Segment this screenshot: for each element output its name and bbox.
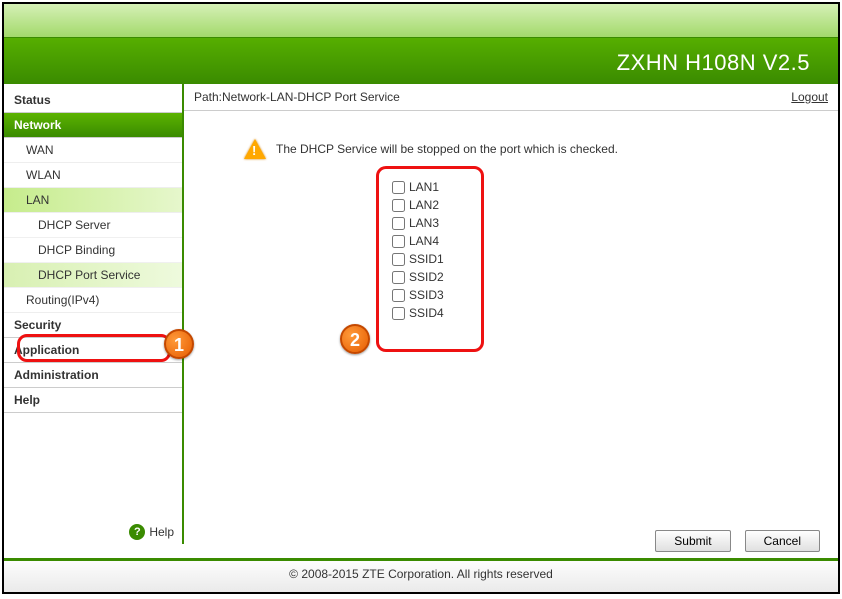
sidebar-item-lan[interactable]: LAN xyxy=(4,188,182,213)
port-label: LAN1 xyxy=(409,180,439,194)
sidebar-item-wlan[interactable]: WLAN xyxy=(4,163,182,188)
port-row-ssid1: SSID1 xyxy=(392,250,468,268)
logout-link[interactable]: Logout xyxy=(791,90,828,104)
port-list: LAN1 LAN2 LAN3 LAN4 SSID1 xyxy=(384,172,476,328)
checkbox-lan4[interactable] xyxy=(392,235,405,248)
checkbox-ssid1[interactable] xyxy=(392,253,405,266)
sidebar-item-dhcp-port-service[interactable]: DHCP Port Service xyxy=(4,263,182,288)
checkbox-lan1[interactable] xyxy=(392,181,405,194)
sidebar: Status Network WAN WLAN LAN DHCP Server … xyxy=(4,84,184,544)
info-text: The DHCP Service will be stopped on the … xyxy=(276,142,618,156)
sidebar-item-dhcp-binding[interactable]: DHCP Binding xyxy=(4,238,182,263)
sidebar-item-dhcp-server[interactable]: DHCP Server xyxy=(4,213,182,238)
content: Path:Network-LAN-DHCP Port Service Logou… xyxy=(184,84,838,544)
checkbox-ssid2[interactable] xyxy=(392,271,405,284)
port-row-ssid4: SSID4 xyxy=(392,304,468,322)
sidebar-item-wan[interactable]: WAN xyxy=(4,138,182,163)
port-label: SSID3 xyxy=(409,288,444,302)
port-label: LAN2 xyxy=(409,198,439,212)
cancel-button[interactable]: Cancel xyxy=(745,530,820,552)
main-area: Status Network WAN WLAN LAN DHCP Server … xyxy=(4,84,838,544)
footer-bar: © 2008-2015 ZTE Corporation. All rights … xyxy=(4,558,838,592)
breadcrumb: Path:Network-LAN-DHCP Port Service xyxy=(194,90,400,104)
submit-button[interactable]: Submit xyxy=(655,530,730,552)
sidebar-item-administration[interactable]: Administration xyxy=(4,363,182,388)
checkbox-ssid3[interactable] xyxy=(392,289,405,302)
port-row-ssid2: SSID2 xyxy=(392,268,468,286)
help-icon: ? xyxy=(129,524,145,540)
sidebar-item-help[interactable]: Help xyxy=(4,388,182,413)
checkbox-ssid4[interactable] xyxy=(392,307,405,320)
header: ZXHN H108N V2.5 xyxy=(4,4,838,84)
sidebar-item-security[interactable]: Security xyxy=(4,313,182,338)
port-row-lan3: LAN3 xyxy=(392,214,468,232)
path-bar: Path:Network-LAN-DHCP Port Service Logou… xyxy=(184,84,838,111)
port-label: LAN3 xyxy=(409,216,439,230)
warning-icon xyxy=(244,139,266,159)
port-label: SSID1 xyxy=(409,252,444,266)
sidebar-item-network[interactable]: Network xyxy=(4,113,182,138)
port-label: SSID2 xyxy=(409,270,444,284)
port-row-ssid3: SSID3 xyxy=(392,286,468,304)
product-title: ZXHN H108N V2.5 xyxy=(617,50,810,76)
copyright: © 2008-2015 ZTE Corporation. All rights … xyxy=(289,567,553,581)
checkbox-lan3[interactable] xyxy=(392,217,405,230)
port-label: SSID4 xyxy=(409,306,444,320)
port-row-lan2: LAN2 xyxy=(392,196,468,214)
help-link-label: Help xyxy=(149,525,174,539)
app-window: ZXHN H108N V2.5 Status Network WAN WLAN … xyxy=(2,2,840,594)
port-label: LAN4 xyxy=(409,234,439,248)
sidebar-item-application[interactable]: Application xyxy=(4,338,182,363)
port-row-lan1: LAN1 xyxy=(392,178,468,196)
footer-buttons: Submit Cancel xyxy=(655,530,820,552)
help-link-row[interactable]: ? Help xyxy=(129,524,174,540)
port-row-lan4: LAN4 xyxy=(392,232,468,250)
annotation-marker-2: 2 xyxy=(340,324,370,354)
checkbox-lan2[interactable] xyxy=(392,199,405,212)
sidebar-item-status[interactable]: Status xyxy=(4,88,182,113)
header-top-strip xyxy=(4,4,838,38)
sidebar-item-routing[interactable]: Routing(IPv4) xyxy=(4,288,182,313)
info-row: The DHCP Service will be stopped on the … xyxy=(244,139,838,159)
